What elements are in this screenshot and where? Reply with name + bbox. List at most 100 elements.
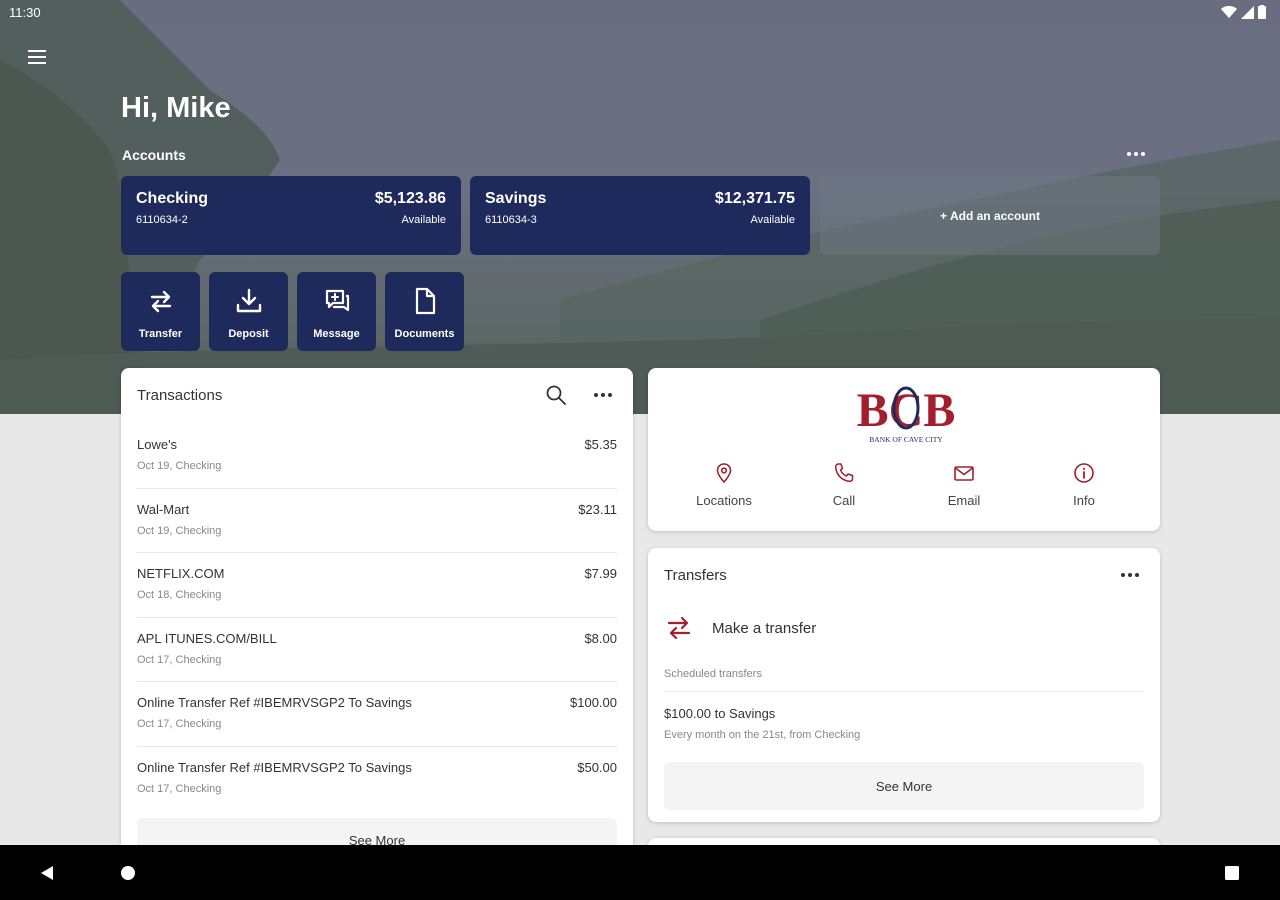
back-triangle-icon <box>41 866 53 880</box>
transfer-icon <box>150 290 171 313</box>
documents-button[interactable]: Documents <box>385 272 464 351</box>
deposit-label: Deposit <box>228 328 269 340</box>
deposit-button[interactable]: Deposit <box>209 272 288 351</box>
transaction-row[interactable]: APL ITUNES.COM/BILL $8.00 Oct 17, Checki… <box>137 618 617 682</box>
make-transfer-label: Make a transfer <box>712 619 817 637</box>
transaction-amount: $8.00 <box>584 630 617 646</box>
transaction-name: Lowe's <box>137 437 178 452</box>
bank-info-card: BCB BANK OF CAVE CITY Locations Call Ema… <box>648 368 1160 531</box>
more-horizontal-icon <box>1121 573 1139 577</box>
recents-square-icon <box>1225 866 1239 880</box>
transaction-amount: $5.35 <box>584 437 617 452</box>
account-card-savings[interactable]: Savings $12,371.75 6110634-3 Available <box>470 176 810 255</box>
message-icon <box>325 289 349 312</box>
transfers-more-button[interactable] <box>1118 564 1142 586</box>
account-balance: $12,371.75 <box>714 190 795 207</box>
transaction-name: Online Transfer Ref #IBEMRVSGP2 To Savin… <box>137 695 412 710</box>
info-icon <box>1074 463 1094 483</box>
balance-label: Available <box>401 214 446 226</box>
transaction-date-account: Oct 19, Checking <box>137 524 222 537</box>
hamburger-menu-button[interactable] <box>24 44 50 70</box>
transaction-row[interactable]: Online Transfer Ref #IBEMRVSGP2 To Savin… <box>137 747 617 812</box>
location-pin-icon <box>716 463 732 484</box>
transfers-card: Transfers Make a transfer Scheduled tran… <box>648 548 1160 822</box>
system-navigation-bar <box>0 845 1280 900</box>
account-card-checking[interactable]: Checking $5,123.86 6110634-2 Available <box>121 176 461 255</box>
scheduled-transfers-label: Scheduled transfers <box>664 668 762 680</box>
transaction-row[interactable]: Lowe's $5.35 Oct 19, Checking <box>137 424 617 489</box>
recents-button[interactable] <box>1221 862 1243 884</box>
account-number: 6110634-3 <box>485 214 537 226</box>
accounts-more-button[interactable] <box>1122 143 1150 165</box>
message-button[interactable]: Message <box>297 272 376 351</box>
email-icon <box>954 466 974 481</box>
add-account-button[interactable]: + Add an account <box>820 176 1160 255</box>
bank-logo: BCB BANK OF CAVE CITY <box>857 384 956 444</box>
account-number: 6110634-2 <box>136 214 188 226</box>
transactions-search-button[interactable] <box>545 384 567 406</box>
back-button[interactable] <box>36 862 58 884</box>
scheduled-transfer-detail: Every month on the 21st, from Checking <box>664 729 861 741</box>
locations-label: Locations <box>696 493 752 508</box>
transfer-label: Transfer <box>138 328 183 340</box>
transaction-date-account: Oct 17, Checking <box>137 653 222 666</box>
email-button[interactable]: Email <box>914 462 1014 508</box>
account-balance: $5,123.86 <box>374 190 446 207</box>
transaction-amount: $7.99 <box>584 566 617 581</box>
account-name: Checking <box>136 190 209 207</box>
more-horizontal-icon <box>594 393 612 397</box>
more-horizontal-icon <box>1127 152 1145 156</box>
transfer-button[interactable]: Transfer <box>121 272 200 351</box>
balance-label: Available <box>750 214 795 226</box>
greeting-title: Hi, Mike <box>121 92 231 124</box>
transaction-amount: $50.00 <box>577 759 617 775</box>
info-label: Info <box>1073 493 1095 508</box>
message-label: Message <box>313 328 360 340</box>
home-circle-icon <box>121 866 135 880</box>
status-time: 11:30 <box>9 5 41 20</box>
battery-icon <box>1258 5 1266 19</box>
make-transfer-button[interactable]: Make a transfer <box>664 610 1144 646</box>
transaction-name: Wal-Mart <box>137 501 190 517</box>
call-button[interactable]: Call <box>794 462 894 508</box>
transaction-name: APL ITUNES.COM/BILL <box>137 630 277 646</box>
status-bar: 11:30 <box>0 0 1280 26</box>
transaction-date-account: Oct 17, Checking <box>137 782 222 795</box>
transaction-name: NETFLIX.COM <box>137 566 225 581</box>
bank-logo-text: BANK OF CAVE CITY <box>869 435 943 444</box>
document-icon <box>415 287 435 315</box>
transactions-title: Transactions <box>137 387 223 404</box>
transfers-title: Transfers <box>664 567 727 584</box>
transaction-row[interactable]: Wal-Mart $23.11 Oct 19, Checking <box>137 489 617 553</box>
transfer-icon <box>667 616 691 640</box>
email-label: Email <box>947 493 981 508</box>
documents-label: Documents <box>394 328 455 340</box>
home-button[interactable] <box>117 862 139 884</box>
transaction-amount: $100.00 <box>570 695 617 710</box>
scheduled-transfer-item[interactable]: $100.00 to Savings <box>664 706 775 721</box>
menu-icon <box>28 50 46 64</box>
transaction-row[interactable]: Online Transfer Ref #IBEMRVSGP2 To Savin… <box>137 682 617 747</box>
status-icons <box>1221 5 1266 19</box>
transactions-card: Transactions Lowe's $5.35 Oct 19, Checki… <box>121 368 633 888</box>
transaction-date-account: Oct 17, Checking <box>137 718 222 730</box>
phone-icon <box>834 463 854 483</box>
info-button[interactable]: Info <box>1034 462 1134 508</box>
call-label: Call <box>832 493 856 508</box>
transactions-list: Lowe's $5.35 Oct 19, Checking Wal-Mart $… <box>137 424 617 811</box>
transaction-name: Online Transfer Ref #IBEMRVSGP2 To Savin… <box>137 759 412 775</box>
accounts-label: Accounts <box>122 147 186 163</box>
divider <box>664 691 1144 692</box>
search-icon <box>546 385 566 405</box>
transaction-date-account: Oct 18, Checking <box>137 589 222 601</box>
transaction-amount: $23.11 <box>578 501 617 517</box>
deposit-icon <box>236 288 261 313</box>
transaction-row[interactable]: NETFLIX.COM $7.99 Oct 18, Checking <box>137 553 617 618</box>
account-name: Savings <box>485 190 547 207</box>
wifi-icon <box>1221 5 1237 18</box>
transfers-see-more-button[interactable]: See More <box>664 762 1144 810</box>
transactions-more-button[interactable] <box>591 384 615 406</box>
signal-icon <box>1241 5 1254 19</box>
transaction-date-account: Oct 19, Checking <box>137 460 222 472</box>
locations-button[interactable]: Locations <box>674 462 774 508</box>
